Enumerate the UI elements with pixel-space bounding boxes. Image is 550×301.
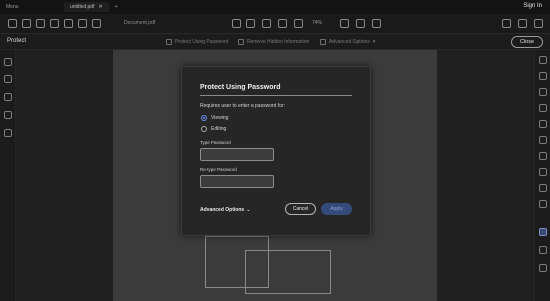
type-password-label: Type Password xyxy=(200,140,231,145)
advanced-options-label: Advanced Options xyxy=(200,207,245,213)
panel-title: Protect xyxy=(7,38,27,44)
radio-editing-indicator[interactable] xyxy=(201,126,207,132)
protect-icon[interactable] xyxy=(539,228,547,236)
zoom-level[interactable]: 74% xyxy=(312,20,322,26)
compress-icon[interactable] xyxy=(539,200,547,208)
lock-icon xyxy=(166,39,172,45)
mail-icon[interactable] xyxy=(64,19,73,28)
more-icon[interactable] xyxy=(539,264,547,272)
dialog-title: Protect Using Password xyxy=(200,84,281,91)
help-icon[interactable] xyxy=(534,19,543,28)
radio-editing[interactable]: Editing xyxy=(201,126,226,132)
sign-in-button[interactable]: Sign In xyxy=(523,3,542,9)
close-tab-icon[interactable]: ✕ xyxy=(98,4,102,10)
cursor-icon[interactable] xyxy=(232,19,241,28)
search-icon[interactable] xyxy=(78,19,87,28)
radio-viewing-indicator[interactable] xyxy=(201,115,207,121)
bell-icon[interactable] xyxy=(502,19,511,28)
apps-icon[interactable] xyxy=(518,19,527,28)
help-circle-icon[interactable] xyxy=(4,111,12,119)
page-thumbnails-icon[interactable] xyxy=(4,129,12,137)
advanced-options-tool-label: Advanced Options xyxy=(329,39,370,45)
more-tools-icon[interactable] xyxy=(372,19,381,28)
retype-password-label: Re-type Password xyxy=(200,167,237,172)
combine-icon[interactable] xyxy=(539,120,547,128)
radio-editing-label: Editing xyxy=(211,126,227,132)
protect-password-dialog: Protect Using Password Requires user to … xyxy=(181,66,371,236)
print-icon[interactable] xyxy=(50,19,59,28)
radio-viewing[interactable]: Viewing xyxy=(201,115,228,121)
document-tab-label: untitled.pdf xyxy=(70,4,95,10)
request-signature-icon[interactable] xyxy=(539,168,547,176)
highlight-icon[interactable] xyxy=(356,19,365,28)
type-password-input[interactable] xyxy=(200,148,274,161)
advanced-options-tool[interactable]: Advanced Options ▾ xyxy=(320,39,375,45)
eraser-icon xyxy=(238,39,244,45)
chevron-down-icon: ⌄ xyxy=(246,207,251,213)
share-icon[interactable] xyxy=(92,19,101,28)
new-tab-icon[interactable]: + xyxy=(115,4,118,10)
protect-password-tool-label: Protect Using Password xyxy=(175,39,229,45)
bookmark-icon[interactable] xyxy=(4,58,12,66)
main-toolbar: Document.pdf 74% xyxy=(0,14,550,34)
edit-pdf-icon[interactable] xyxy=(539,72,547,80)
retype-password-input[interactable] xyxy=(200,175,274,188)
document-tab[interactable]: untitled.pdf ✕ xyxy=(64,2,109,12)
advanced-options-toggle[interactable]: Advanced Options ⌄ xyxy=(200,207,250,213)
title-divider xyxy=(200,95,352,96)
apply-button[interactable]: Apply xyxy=(321,203,352,215)
hand-icon[interactable] xyxy=(246,19,255,28)
layers-icon[interactable] xyxy=(4,93,12,101)
protect-toolbar: Protect Protect Using Password Remove Hi… xyxy=(0,34,550,50)
organize-icon[interactable] xyxy=(539,136,547,144)
shield-icon xyxy=(320,39,326,45)
remove-hidden-info-tool-label: Remove Hidden Information xyxy=(247,39,310,45)
cloud-upload-icon[interactable] xyxy=(36,19,45,28)
cancel-button[interactable]: Cancel xyxy=(285,203,316,215)
comment-tool-icon[interactable] xyxy=(539,104,547,112)
redact-icon[interactable] xyxy=(539,184,547,192)
radio-viewing-label: Viewing xyxy=(211,115,229,121)
close-button[interactable]: Close xyxy=(510,36,543,48)
star-icon[interactable] xyxy=(22,19,31,28)
chevron-down-icon: ▾ xyxy=(372,39,376,45)
document-name: Document.pdf xyxy=(124,20,156,26)
protect-password-tool[interactable]: Protect Using Password xyxy=(166,39,228,45)
right-tool-rail xyxy=(534,50,550,301)
page-drawing xyxy=(245,250,331,294)
scan-icon[interactable] xyxy=(539,246,547,254)
zoom-out-icon[interactable] xyxy=(262,19,271,28)
fill-sign-icon[interactable] xyxy=(539,152,547,160)
menu-button[interactable]: Menu xyxy=(0,4,28,10)
create-pdf-icon[interactable] xyxy=(539,56,547,64)
remove-hidden-info-tool[interactable]: Remove Hidden Information xyxy=(238,39,309,45)
dialog-description: Requires user to enter a password for: xyxy=(200,103,286,109)
attachment-icon[interactable] xyxy=(4,75,12,83)
export-pdf-icon[interactable] xyxy=(539,88,547,96)
zoom-in-icon[interactable] xyxy=(278,19,287,28)
title-bar: Menu untitled.pdf ✕ + Sign In xyxy=(0,0,550,14)
comment-icon[interactable] xyxy=(340,19,349,28)
left-tool-rail xyxy=(0,50,16,301)
fit-page-icon[interactable] xyxy=(294,19,303,28)
home-icon[interactable] xyxy=(8,19,17,28)
